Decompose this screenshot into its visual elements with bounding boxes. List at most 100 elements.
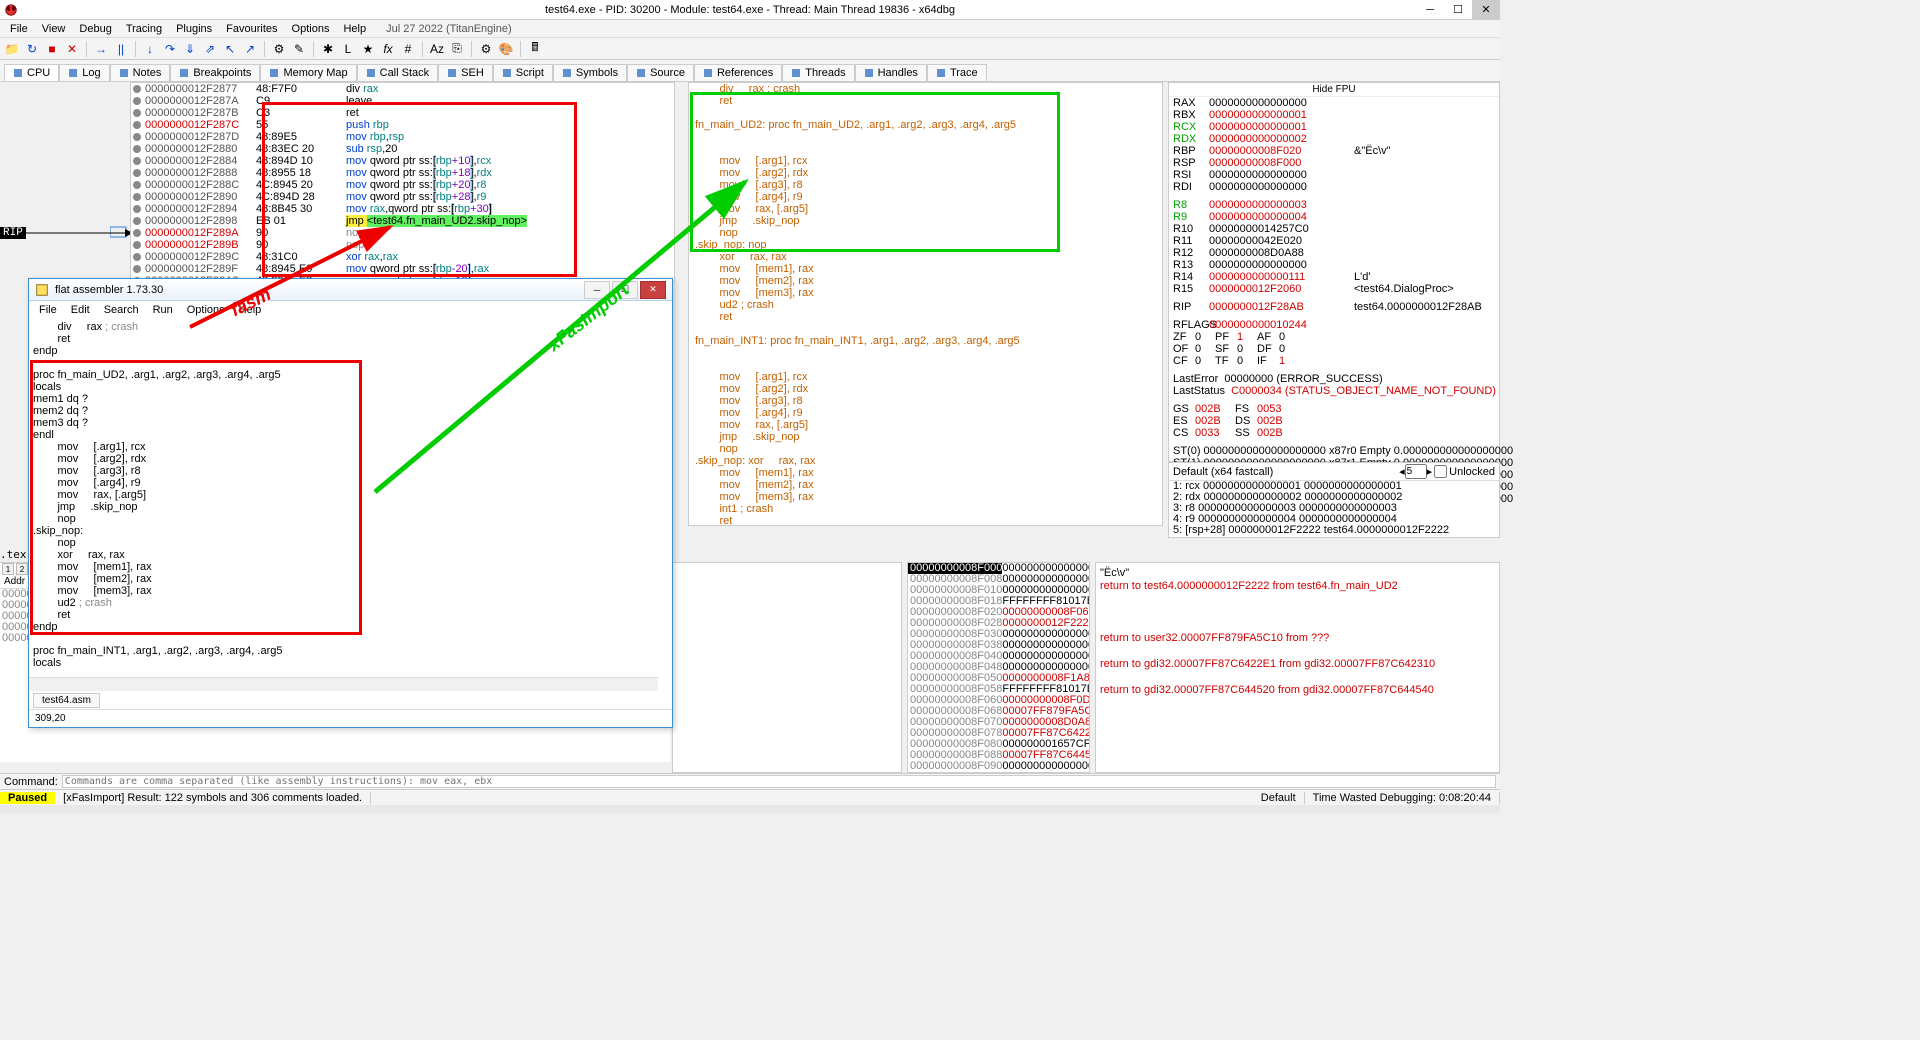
tab-call-stack[interactable]: Call Stack	[357, 64, 439, 81]
call-arg-row[interactable]: 1: rcx 0000000000000001 0000000000000001	[1169, 481, 1499, 492]
menu-help[interactable]: Help	[337, 22, 372, 36]
breakpoint-dot[interactable]	[133, 157, 141, 165]
call-arg-row[interactable]: 4: r9 0000000000000004 0000000000000004	[1169, 514, 1499, 525]
call-arg-row[interactable]: 3: r8 0000000000000003 0000000000000003	[1169, 503, 1499, 514]
tab-script[interactable]: Script	[493, 64, 553, 81]
fasm-maximize-button[interactable]: ☐	[612, 281, 638, 299]
menu-options[interactable]: Options	[286, 22, 336, 36]
tab-memory-map[interactable]: Memory Map	[260, 64, 356, 81]
window-minimize-button[interactable]: ─	[1416, 0, 1444, 20]
register-row[interactable]: RDI0000000000000000	[1169, 181, 1499, 193]
tab-references[interactable]: References	[694, 64, 782, 81]
disasm-row[interactable]: 0000000012F288C4C:8945 20mov qword ptr s…	[131, 179, 674, 191]
tab-source[interactable]: Source	[627, 64, 694, 81]
tab-trace[interactable]: Trace	[927, 64, 987, 81]
dump-tab-2[interactable]: 2	[16, 563, 28, 575]
breakpoint-dot[interactable]	[133, 169, 141, 177]
breakpoint-dot[interactable]	[133, 241, 141, 249]
argcount-input[interactable]	[1405, 464, 1427, 479]
disasm-row[interactable]: 0000000012F289C48:31C0xor rax,rax	[131, 251, 674, 263]
fasm-hscrollbar[interactable]	[29, 677, 658, 691]
register-row[interactable]: RDX0000000000000002	[1169, 133, 1499, 145]
register-row[interactable]: RIP0000000012F28ABtest64.0000000012F28AB	[1169, 301, 1499, 313]
traceover-icon[interactable]: ⇗	[202, 41, 218, 57]
info-panel[interactable]: "Ëc\v"return to test64.0000000012F2222 f…	[1095, 562, 1500, 773]
lasterror-row[interactable]: LastError 00000000 (ERROR_SUCCESS)	[1169, 373, 1499, 385]
segment-row[interactable]: GS002BFS0053	[1169, 403, 1499, 415]
argcount-spin-up[interactable]: ▸	[1427, 465, 1433, 478]
disasm-row[interactable]: 0000000012F289A90nop	[131, 227, 674, 239]
tab-seh[interactable]: SEH	[438, 64, 493, 81]
functions-icon[interactable]: fx	[380, 41, 396, 57]
fasm-menu-options[interactable]: Options	[181, 303, 231, 317]
breakpoint-dot[interactable]	[133, 133, 141, 141]
stop-icon[interactable]: ■	[44, 41, 60, 57]
breakpoint-dot[interactable]	[133, 181, 141, 189]
fasm-editor[interactable]: div rax ; crash retendpproc fn_main_UD2,…	[29, 319, 672, 691]
traceinto-icon[interactable]: ⇓	[182, 41, 198, 57]
register-row[interactable]: RSP00000000008F000	[1169, 157, 1499, 169]
disasm-row[interactable]: 0000000012F2898EB 01jmp <test64.fn_main_…	[131, 215, 674, 227]
breakpoint-dot[interactable]	[133, 145, 141, 153]
comments-panel[interactable]: div rax ; crash retfn_main_UD2: proc fn_…	[688, 82, 1163, 526]
dump-tab-1[interactable]: 1	[2, 563, 14, 575]
hide-fpu-button[interactable]: Hide FPU	[1169, 83, 1499, 97]
register-row[interactable]: R1000000000014257C0	[1169, 223, 1499, 235]
fasm-menu-help[interactable]: Help	[233, 303, 268, 317]
register-row[interactable]: R150000000012F2060<test64.DialogProc>	[1169, 283, 1499, 295]
breakpoint-dot[interactable]	[133, 217, 141, 225]
disasm-row[interactable]: 0000000012F289F48:8945 E0mov qword ptr s…	[131, 263, 674, 275]
register-row[interactable]: RCX0000000000000001	[1169, 121, 1499, 133]
fasm-file-tab[interactable]: test64.asm	[33, 693, 100, 708]
fpu-row[interactable]: ST(0) 00000000000000000000 x87r0 Empty 0…	[1169, 445, 1499, 457]
breakpoint-dot[interactable]	[133, 109, 141, 117]
tab-log[interactable]: Log	[59, 64, 109, 81]
fasm-menu-file[interactable]: File	[33, 303, 63, 317]
run-icon[interactable]: →	[93, 41, 109, 57]
strings-icon[interactable]: Az	[429, 41, 445, 57]
breakpoint-dot[interactable]	[133, 121, 141, 129]
register-row[interactable]: RBX0000000000000001	[1169, 109, 1499, 121]
breakpoint-dot[interactable]	[133, 265, 141, 273]
disassembly-panel[interactable]: 0000000012F287748:F7F0div rax0000000012F…	[130, 82, 675, 282]
menu-tracing[interactable]: Tracing	[120, 22, 168, 36]
register-row[interactable]: R80000000000000003	[1169, 199, 1499, 211]
rflags-row[interactable]: RFLAGS0000000000010244	[1169, 319, 1499, 331]
callconv-dropdown[interactable]: Default (x64 fastcall)	[1173, 466, 1399, 478]
patches-icon[interactable]: ✎	[291, 41, 307, 57]
fasm-window[interactable]: flat assembler 1.73.30 ─ ☐ ✕ File Edit S…	[28, 278, 673, 728]
fasm-minimize-button[interactable]: ─	[584, 281, 610, 299]
menu-file[interactable]: File	[4, 22, 34, 36]
flags-row[interactable]: OF0SF0DF0	[1169, 343, 1499, 355]
call-arg-row[interactable]: 2: rdx 0000000000000002 0000000000000002	[1169, 492, 1499, 503]
menu-debug[interactable]: Debug	[73, 22, 117, 36]
disasm-row[interactable]: 0000000012F288048:83EC 20sub rsp,20	[131, 143, 674, 155]
breakpoint-dot[interactable]	[133, 97, 141, 105]
stepinto-icon[interactable]: ↓	[142, 41, 158, 57]
settings-icon[interactable]: ⚙	[478, 41, 494, 57]
laststatus-row[interactable]: LastStatus C0000034 (STATUS_OBJECT_NAME_…	[1169, 385, 1499, 397]
restart-icon[interactable]: ↻	[24, 41, 40, 57]
calculator-icon[interactable]: 🖩	[527, 41, 543, 57]
fasm-close-button[interactable]: ✕	[640, 281, 666, 299]
register-row[interactable]: RBP00000000008F020&"Ëc\v"	[1169, 145, 1499, 157]
fasm-menu-edit[interactable]: Edit	[65, 303, 96, 317]
call-args-panel[interactable]: Default (x64 fastcall) ◂ ▸ Unlocked 1: r…	[1168, 462, 1500, 538]
segment-row[interactable]: CS0033SS002B	[1169, 427, 1499, 439]
register-row[interactable]: R140000000000000111L'd'	[1169, 271, 1499, 283]
tab-threads[interactable]: Threads	[782, 64, 854, 81]
disasm-row[interactable]: 0000000012F289B90nop	[131, 239, 674, 251]
disasm-row[interactable]: 0000000012F287C55push rbp	[131, 119, 674, 131]
labels-icon[interactable]: L	[340, 41, 356, 57]
command-input[interactable]	[62, 775, 1496, 788]
variables-icon[interactable]: #	[400, 41, 416, 57]
calls-icon[interactable]: ⎘	[449, 41, 465, 57]
call-arg-row[interactable]: 5: [rsp+28] 0000000012F2222 test64.00000…	[1169, 525, 1499, 536]
tab-cpu[interactable]: CPU	[4, 64, 59, 81]
fasm-menu-search[interactable]: Search	[98, 303, 145, 317]
disasm-row[interactable]: 0000000012F28904C:894D 28mov qword ptr s…	[131, 191, 674, 203]
window-close-button[interactable]: ✕	[1472, 0, 1500, 20]
tab-handles[interactable]: Handles	[855, 64, 927, 81]
register-row[interactable]: RAX0000000000000000	[1169, 97, 1499, 109]
tab-symbols[interactable]: Symbols	[553, 64, 627, 81]
